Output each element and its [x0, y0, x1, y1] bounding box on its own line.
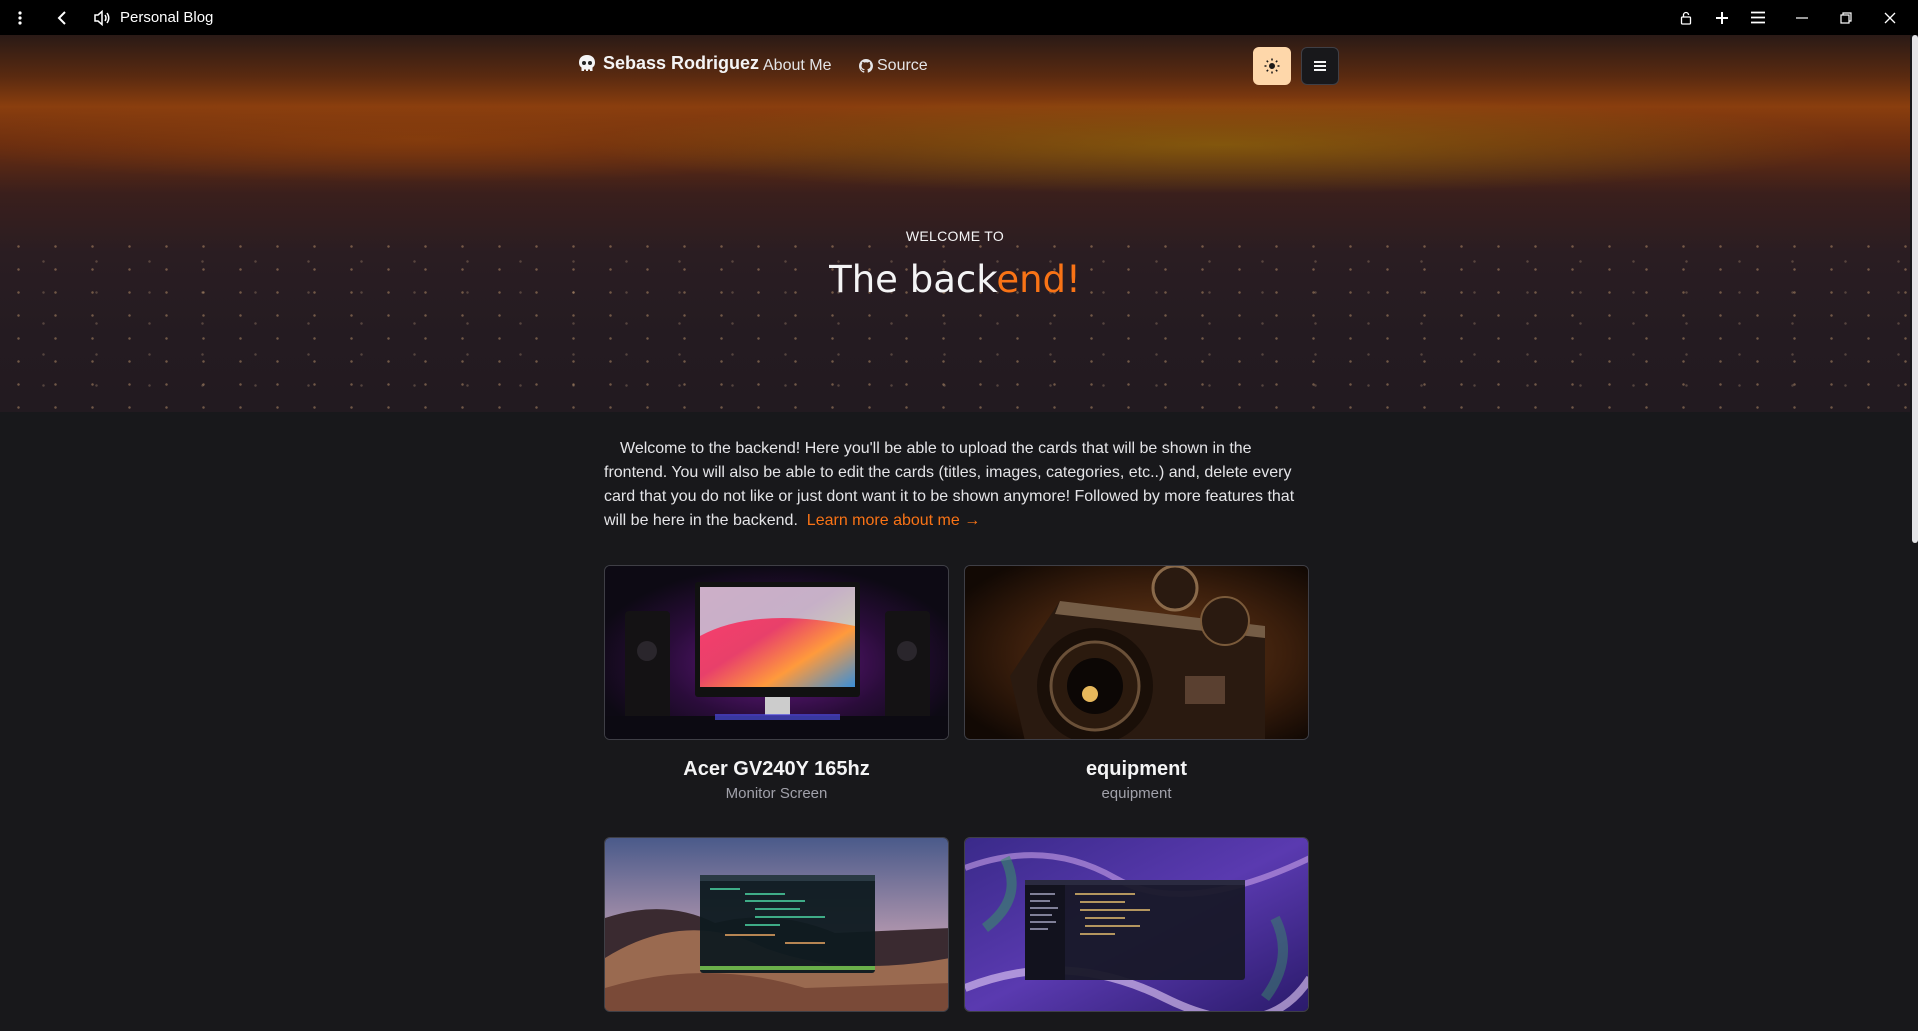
card-subtitle: Monitor Screen — [725, 785, 828, 802]
hero-title-accent: end! — [996, 258, 1081, 301]
github-icon — [859, 59, 873, 73]
hero-title: The backend! — [0, 258, 1910, 301]
sun-icon — [1264, 58, 1280, 74]
card[interactable] — [604, 837, 949, 1030]
more-vertical-icon[interactable] — [6, 4, 34, 32]
intro-paragraph: Welcome to the backend! Here you'll be a… — [604, 437, 1314, 533]
hero-subtitle: WELCOME TO — [905, 228, 1005, 244]
card-subtitle: equipment — [1101, 785, 1172, 802]
window-titlebar: Personal Blog — [0, 0, 1918, 35]
back-arrow-icon[interactable] — [48, 4, 76, 32]
nav-source-link[interactable]: Source — [859, 57, 928, 75]
theme-toggle-button[interactable] — [1253, 47, 1291, 85]
hamburger-icon[interactable] — [1740, 4, 1776, 32]
card-image[interactable] — [604, 565, 949, 740]
nav-source-label: Source — [877, 57, 928, 74]
window-title: Personal Blog — [120, 9, 214, 26]
menu-button[interactable] — [1301, 47, 1339, 85]
skull-logo-icon — [579, 54, 595, 71]
lock-icon[interactable] — [1668, 4, 1704, 32]
brand-link[interactable]: Sebass Rodriguez — [577, 53, 759, 74]
card[interactable]: equipment equipment — [964, 565, 1309, 802]
plus-icon[interactable] — [1704, 4, 1740, 32]
speaker-icon[interactable] — [88, 4, 116, 32]
restore-icon[interactable] — [1828, 4, 1864, 32]
nav-about-link[interactable]: About Me — [763, 57, 831, 75]
site-navbar: Sebass Rodriguez About Me Source — [0, 35, 1910, 95]
card-image[interactable] — [604, 837, 949, 1012]
brand-name: Sebass Rodriguez — [603, 53, 760, 73]
page-scrollbar[interactable] — [1912, 35, 1918, 543]
card[interactable] — [964, 837, 1309, 1030]
card[interactable]: Acer GV240Y 165hz Monitor Screen — [604, 565, 949, 802]
hero-banner: Sebass Rodriguez About Me Source WELCOME… — [0, 35, 1910, 412]
close-icon[interactable] — [1872, 4, 1908, 32]
card-image[interactable] — [964, 837, 1309, 1012]
card-title: Acer GV240Y 165hz — [683, 758, 870, 780]
card-title: equipment — [1085, 758, 1188, 780]
list-icon — [1314, 61, 1326, 71]
hero-title-main: The back — [829, 258, 997, 301]
learn-more-link[interactable]: Learn more about me → — [807, 512, 980, 529]
card-image[interactable] — [964, 565, 1309, 740]
minimize-icon[interactable] — [1784, 4, 1820, 32]
